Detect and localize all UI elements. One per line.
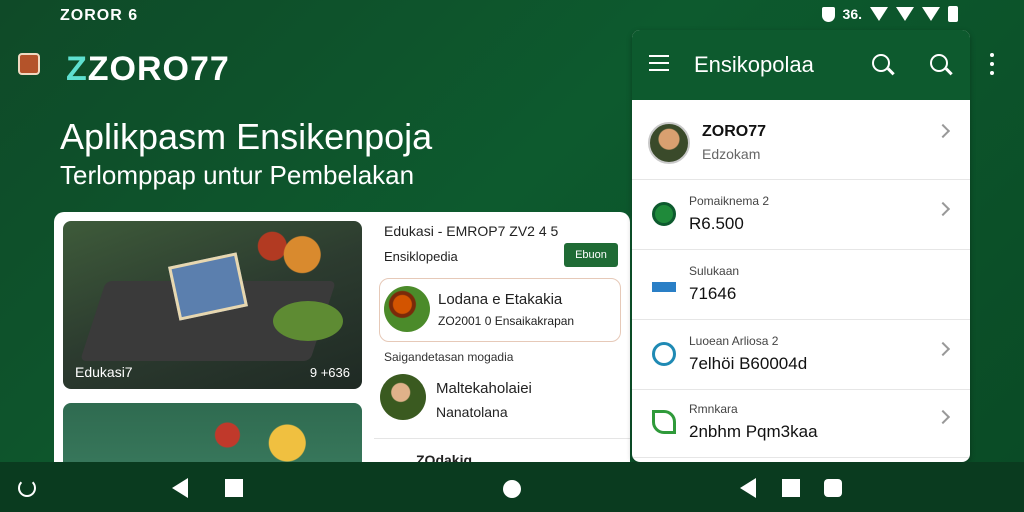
profile-subtitle: Edzokam	[702, 146, 761, 162]
divider	[374, 438, 630, 439]
card-list-signal: 4 5	[538, 223, 559, 239]
recents-button-2[interactable]	[782, 479, 800, 497]
row-value: 7elhöi B60004d	[689, 354, 808, 373]
navigation-bar	[0, 462, 1024, 512]
battery-icon	[948, 6, 958, 22]
row-label: Rmnkara	[689, 402, 738, 416]
list-item[interactable]: Lodana e Etakakia ZO2001 0 Ensaikakrapan	[379, 278, 621, 342]
list-item-title: Maltekaholaiei	[436, 380, 532, 397]
content-card: Edukasi7 9 +636 Edukasi - EMROP7 ZV2 4 5…	[54, 212, 630, 474]
encyclopedia-panel: Ensikopolaa ZORO77 Edzokam Pomaiknema 2 …	[632, 30, 970, 462]
location-pin-icon	[652, 202, 676, 226]
status-right-text: 36.	[842, 6, 862, 22]
panel-row[interactable]: Luoean Arliosa 2 7elhöi B60004d	[632, 320, 970, 390]
page-title: Aplikpasm Ensikenpoja	[60, 116, 433, 157]
profile-row[interactable]: ZORO77 Edzokam	[632, 102, 970, 180]
back-button[interactable]	[172, 478, 188, 498]
panel-title: Ensikopolaa	[694, 52, 814, 77]
avatar	[648, 122, 690, 164]
panel-row[interactable]: Sulukaan 71646	[632, 250, 970, 320]
list-item-title: Lodana e Etakakia	[438, 291, 563, 308]
page-subtitle: Terlomppap untur Pembelakan	[60, 160, 415, 190]
app-switch-button[interactable]	[824, 479, 842, 497]
search-icon[interactable]	[872, 54, 890, 72]
card-list-header: Edukasi - EMROP7 ZV2 4 5	[384, 223, 558, 239]
row-label: Luoean Arliosa 2	[689, 334, 779, 348]
more-options-icon[interactable]	[990, 53, 994, 75]
avatar	[380, 374, 426, 420]
signal-icon	[896, 7, 914, 21]
status-bar: ZOROR 6 36.	[0, 0, 1024, 30]
brand-logo-accent: Z	[66, 50, 88, 88]
featured-photo[interactable]: Edukasi7 9 +636	[63, 221, 362, 389]
chevron-right-icon	[935, 409, 951, 425]
app-icon[interactable]	[18, 53, 40, 75]
section-label-2: Saigandetasan mogadia	[384, 350, 514, 364]
recents-button[interactable]	[225, 479, 243, 497]
chevron-right-icon	[935, 123, 951, 139]
card-icon	[652, 278, 676, 292]
list-item-subtitle: Nanatolana	[436, 404, 508, 420]
home-button[interactable]	[503, 480, 521, 498]
status-left-text: ZOROR 6	[60, 7, 139, 24]
panel-toolbar: Ensikopolaa	[632, 30, 970, 100]
card-list-header-text: Edukasi - EMROP7 ZV2	[384, 223, 535, 239]
back-button-2[interactable]	[740, 478, 756, 498]
menu-icon[interactable]	[649, 55, 669, 71]
row-label: Sulukaan	[689, 264, 740, 278]
photo-meta: 9 +636	[309, 365, 350, 380]
vegetables-illustration	[273, 301, 343, 341]
chevron-right-icon	[935, 201, 951, 217]
wifi-icon	[870, 7, 888, 21]
row-value: 71646	[689, 284, 737, 303]
profile-name: ZORO77	[702, 123, 767, 140]
row-label: Pomaiknema 2	[689, 194, 770, 208]
row-value: 2nbhm Pqm3kaa	[689, 422, 818, 441]
brand-logo: ZZORO77	[66, 50, 230, 89]
card-list: Edukasi - EMROP7 ZV2 4 5 Ensiklopedia Eb…	[374, 212, 630, 474]
brand-logo-text: ZORO77	[87, 50, 230, 88]
panel-row[interactable]: Rmnkara 2nbhm Pqm3kaa	[632, 388, 970, 458]
status-icons: 36.	[821, 6, 958, 22]
section-label: Ensiklopedia	[384, 249, 458, 264]
photo-caption: Edukasi7	[75, 364, 133, 380]
avatar	[384, 286, 430, 332]
rotate-icon[interactable]	[18, 479, 36, 497]
chevron-right-icon	[935, 341, 951, 357]
search-icon-2[interactable]	[930, 54, 948, 72]
leaf-icon	[652, 410, 676, 434]
panel-row[interactable]: Pomaiknema 2 R6.500	[632, 180, 970, 250]
row-value: R6.500	[689, 214, 744, 233]
list-item-subtitle: ZO2001 0 Ensaikakrapan	[438, 314, 575, 328]
signal-icon-2	[922, 7, 940, 21]
cycle-icon	[652, 342, 676, 366]
shield-icon	[821, 6, 835, 22]
action-button[interactable]: Ebuon	[564, 243, 618, 267]
